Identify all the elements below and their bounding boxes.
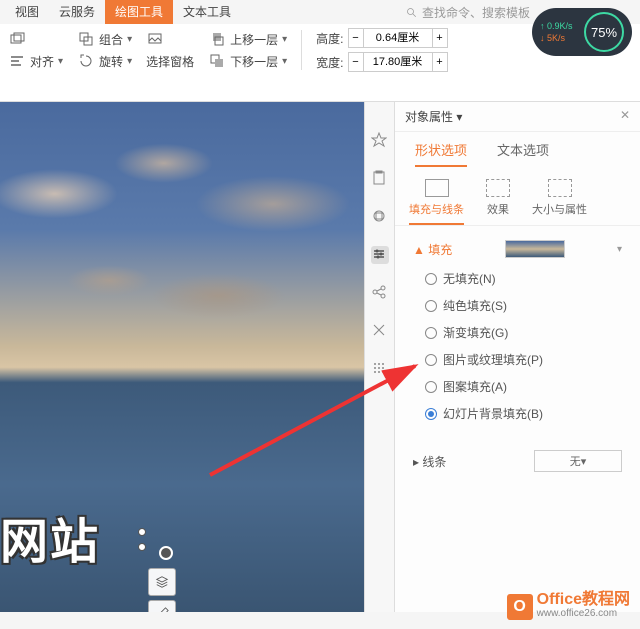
tab-drawtools[interactable]: 绘图工具 (105, 0, 173, 24)
width-label: 宽度: (316, 54, 343, 71)
bring-forward-icon (208, 30, 226, 48)
width-decrement[interactable]: − (348, 52, 364, 72)
graphic-icon (146, 31, 164, 49)
width-value[interactable]: 17.80厘米 (364, 52, 432, 72)
swatch-dropdown-icon[interactable]: ▾ (617, 244, 622, 255)
rotate-label: 旋转 (99, 53, 123, 70)
float-btn-layers[interactable] (148, 568, 176, 596)
dropdown-icon: ▾ (282, 34, 287, 45)
subtab-effects[interactable]: 效果 (486, 179, 510, 225)
btn-align-menu[interactable]: 对齐 ▾ (8, 52, 63, 70)
fill-preview-swatch[interactable] (505, 240, 565, 258)
panel-close-icon[interactable]: ✕ (620, 108, 630, 125)
side-tool-icon[interactable] (371, 322, 389, 340)
shape-icon (8, 30, 26, 48)
align-label: 对齐 (30, 53, 54, 70)
height-value[interactable]: 0.64厘米 (364, 28, 432, 48)
align-icon (8, 52, 26, 70)
object-properties-panel: 对象属性 ▾ ✕ 形状选项 文本选项 填充与线条 效果 大小与属性 ▲ 填充 (394, 102, 640, 612)
subtab-size-props[interactable]: 大小与属性 (532, 179, 587, 225)
combine-icon (77, 30, 95, 48)
send-backward-icon (208, 52, 226, 70)
tab-view[interactable]: 视图 (5, 0, 49, 24)
radio-gradient-fill[interactable]: 渐变填充(G) (425, 324, 622, 341)
side-grid-icon[interactable] (371, 360, 389, 378)
watermark-title: Office教程网 (537, 593, 630, 607)
radio-no-fill[interactable]: 无填充(N) (425, 270, 622, 287)
float-btn-brush[interactable] (148, 600, 176, 612)
tab-text-options[interactable]: 文本选项 (497, 140, 549, 167)
radio-pattern-fill[interactable]: 图案填充(A) (425, 378, 622, 395)
combine-label: 组合 (99, 31, 123, 48)
btn-graphic[interactable] (146, 31, 194, 49)
dropdown-icon: ▾ (127, 34, 132, 45)
search-placeholder: 查找命令、搜索模板 (422, 4, 530, 21)
watermark-url: www.office26.com (537, 607, 630, 621)
slide-title-text[interactable]: 网站 (0, 502, 100, 572)
btn-bring-forward[interactable]: 上移一层 ▾ (208, 30, 287, 48)
slide-canvas[interactable]: 网站 (0, 102, 364, 612)
btn-selection-pane[interactable]: 选择窗格 (146, 53, 194, 70)
side-shapes-icon[interactable] (371, 208, 389, 226)
side-clipboard-icon[interactable] (371, 170, 389, 188)
height-label: 高度: (316, 30, 343, 47)
rotate-icon (77, 52, 95, 70)
radio-solid-fill[interactable]: 纯色填充(S) (425, 297, 622, 314)
tab-cloud[interactable]: 云服务 (49, 0, 105, 24)
btn-send-backward[interactable]: 下移一层 ▾ (208, 52, 287, 70)
search-command[interactable]: 查找命令、搜索模板 (406, 4, 530, 21)
panel-title[interactable]: 对象属性 ▾ (405, 108, 462, 125)
search-icon (406, 7, 418, 19)
selpane-label: 选择窗格 (146, 53, 194, 70)
side-star-icon[interactable] (371, 132, 389, 150)
width-increment[interactable]: + (432, 52, 448, 72)
watermark: O Office教程网 www.office26.com (507, 593, 630, 621)
radio-picture-fill[interactable]: 图片或纹理填充(P) (425, 351, 622, 368)
selection-handle[interactable] (138, 543, 146, 551)
side-settings-icon[interactable] (371, 246, 389, 264)
widget-stats: ↑ 0.9K/s ↓ 5K/s (540, 20, 573, 44)
selection-handle-dark[interactable] (159, 546, 173, 560)
btn-combine-menu[interactable]: 组合 ▾ (77, 30, 132, 48)
tab-texttools[interactable]: 文本工具 (173, 0, 241, 24)
size-props-icon (548, 179, 572, 197)
line-style-select[interactable]: 无 ▾ (534, 450, 622, 472)
btn-group-top[interactable] (8, 30, 63, 48)
dropdown-icon: ▾ (127, 56, 132, 67)
send-backward-label: 下移一层 (230, 53, 278, 70)
fill-section-title[interactable]: ▲ 填充 (413, 241, 452, 258)
dropdown-icon: ▾ (282, 56, 287, 67)
watermark-logo-icon: O (507, 594, 533, 620)
side-share-icon[interactable] (371, 284, 389, 302)
subtab-fill-line[interactable]: 填充与线条 (409, 179, 464, 225)
selection-handle[interactable] (138, 528, 146, 536)
widget-percent: 75% (584, 12, 624, 52)
line-section-title[interactable]: ▸ 线条 (413, 453, 446, 470)
height-increment[interactable]: + (432, 28, 448, 48)
speed-widget[interactable]: ↑ 0.9K/s ↓ 5K/s 75% (532, 8, 632, 56)
side-icon-bar (364, 102, 394, 612)
radio-slidebg-fill[interactable]: 幻灯片背景填充(B) (425, 405, 622, 422)
effects-icon (486, 179, 510, 197)
dropdown-icon: ▾ (58, 56, 63, 67)
btn-rotate-menu[interactable]: 旋转 ▾ (77, 52, 132, 70)
fill-line-icon (425, 179, 449, 197)
tab-shape-options[interactable]: 形状选项 (415, 140, 467, 167)
bring-forward-label: 上移一层 (230, 31, 278, 48)
height-decrement[interactable]: − (348, 28, 364, 48)
